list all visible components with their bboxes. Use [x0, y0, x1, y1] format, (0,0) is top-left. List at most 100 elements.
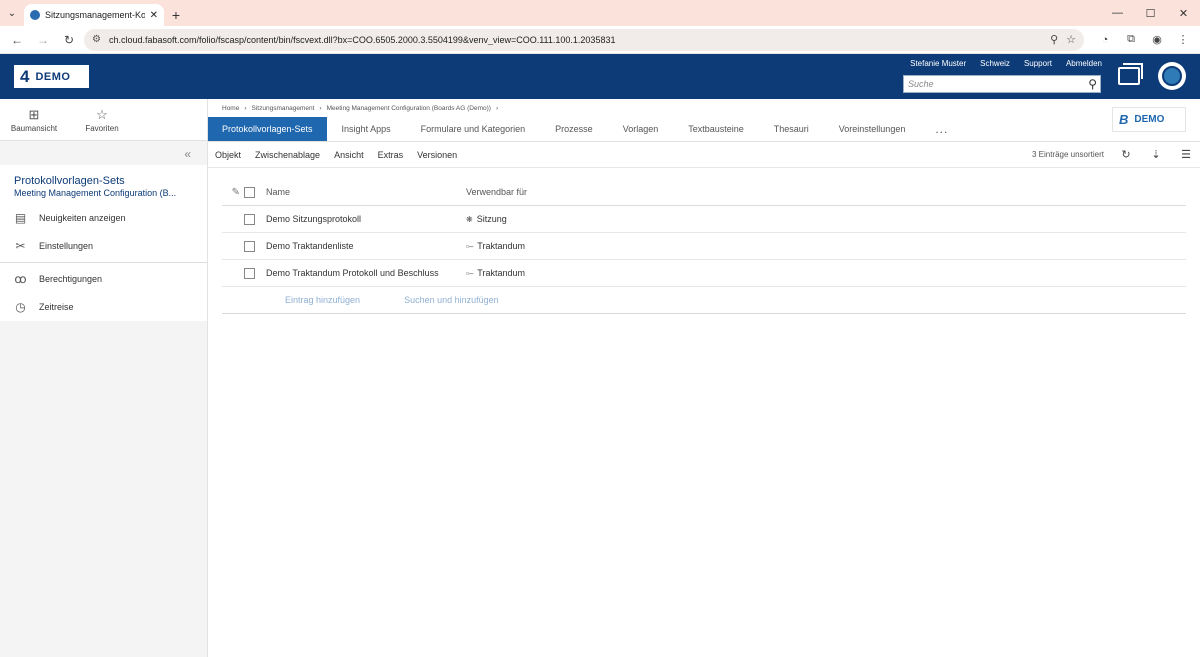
collapse-sidebar-icon[interactable]: « — [0, 141, 207, 165]
sidebar-top: ⊞ Baumansicht ☆ Favoriten — [0, 99, 207, 141]
row-checkbox[interactable] — [244, 240, 255, 252]
menu-clipboard[interactable]: Zwischenablage — [255, 150, 320, 160]
back-icon[interactable]: ← — [6, 29, 28, 51]
edit-pencil-icon[interactable]: ✎ — [222, 187, 244, 198]
browser-tabbar: ⌄ Sitzungsmanagement-Konfigura ✕ + — ☐ ✕ — [0, 0, 1200, 26]
tab-search-icon[interactable]: ⌄ — [0, 0, 24, 26]
breadcrumb: Home › Sitzungsmanagement › Meeting Manage… — [222, 105, 498, 112]
extension-icon[interactable]: ◔ — [1094, 29, 1116, 51]
header-links: Stefanie Muster Schweiz Support Abmelden — [910, 59, 1102, 68]
row-name[interactable]: Demo Traktandum Protokoll und Beschluss — [266, 268, 466, 278]
address-bar: ← → ↻ ⚙ ch.cloud.fabasoft.com/folio/fsca… — [0, 26, 1200, 54]
user-name-link[interactable]: Stefanie Muster — [910, 59, 966, 68]
select-all-checkbox[interactable] — [244, 186, 255, 198]
table-header: ✎ Name Verwendbar für — [222, 179, 1186, 206]
windows-icon[interactable] — [1118, 63, 1143, 85]
url-field[interactable]: ⚙ ch.cloud.fabasoft.com/folio/fscasp/con… — [84, 28, 1084, 51]
favorites-button[interactable]: ☆ Favoriten — [68, 99, 136, 140]
browser-menu-icon[interactable]: ⋮ — [1172, 29, 1194, 51]
row-usage-label: Traktandum — [477, 268, 525, 278]
tab-presettings[interactable]: Voreinstellungen — [824, 117, 921, 141]
tab-forms-categories[interactable]: Formulare und Kategorien — [406, 117, 541, 141]
sidebar-title-block: Protokollvorlagen-Sets Meeting Managemen… — [0, 165, 207, 204]
sidebar-subtitle[interactable]: Meeting Management Configuration (B... — [14, 188, 193, 198]
breadcrumb-meeting-mgmt[interactable]: Sitzungsmanagement — [252, 105, 315, 112]
brand-letter: B — [1119, 112, 1129, 127]
menu-view[interactable]: Ansicht — [334, 150, 364, 160]
refresh-icon[interactable]: ↻ — [1118, 148, 1134, 161]
close-window-icon[interactable]: ✕ — [1167, 0, 1200, 26]
forward-icon[interactable]: → — [32, 29, 54, 51]
menu-versions[interactable]: Versionen — [417, 150, 457, 160]
agenda-item-icon: ▫– — [466, 241, 474, 251]
zoom-icon[interactable]: ⚲ — [1050, 33, 1058, 46]
profile-icon[interactable]: ◉ — [1146, 29, 1168, 51]
breadcrumb-home[interactable]: Home — [222, 105, 239, 112]
agenda-item-icon: ▫– — [466, 268, 474, 278]
main-content: Home › Sitzungsmanagement › Meeting Manage… — [208, 99, 1200, 657]
url-text: ch.cloud.fabasoft.com/folio/fscasp/conte… — [108, 34, 616, 45]
add-entry-row: Eintrag hinzufügen Suchen und hinzufügen — [222, 287, 1186, 314]
news-icon: ▤ — [14, 211, 27, 225]
row-name[interactable]: Demo Sitzungsprotokoll — [266, 214, 466, 224]
new-tab-icon[interactable]: + — [164, 4, 188, 26]
support-link[interactable]: Support — [1024, 59, 1052, 68]
sidebar-item-permissions[interactable]: ꝏ Berechtigungen — [0, 265, 207, 293]
row-usage-label: Traktandum — [477, 241, 525, 251]
breadcrumb-config[interactable]: Meeting Management Configuration (Boards… — [327, 105, 491, 112]
more-tabs-icon[interactable]: ... — [920, 117, 963, 141]
row-checkbox[interactable] — [244, 213, 255, 225]
breadcrumb-separator: › — [319, 105, 322, 112]
sidebar-item-settings[interactable]: ✂ Einstellungen — [0, 232, 207, 260]
search-add-link[interactable]: Suchen und hinzufügen — [404, 295, 499, 305]
table-row[interactable]: Demo Traktandum Protokoll und Beschluss … — [222, 260, 1186, 287]
app-logo[interactable]: 4 DEMO — [14, 65, 89, 88]
star-icon: ☆ — [96, 106, 108, 122]
toolbar: Objekt Zwischenablage Ansicht Extras Ver… — [208, 141, 1200, 168]
entry-count: 3 Einträge unsortiert — [1031, 150, 1104, 159]
sidebar-item-news[interactable]: ▤ Neuigkeiten anzeigen — [0, 204, 207, 232]
brand-logo: B DEMO — [1112, 107, 1186, 132]
meeting-icon: ❋ — [466, 214, 473, 224]
extensions-puzzle-icon[interactable]: ⧉ — [1120, 29, 1142, 51]
tree-view-label: Baumansicht — [10, 123, 58, 133]
maximize-icon[interactable]: ☐ — [1134, 0, 1167, 26]
menu-extras[interactable]: Extras — [378, 150, 404, 160]
sidebar-item-timetravel[interactable]: ◷ Zeitreise — [0, 293, 207, 321]
column-header-usage[interactable]: Verwendbar für — [466, 187, 527, 197]
tab-thesauri[interactable]: Thesauri — [759, 117, 824, 141]
add-entry-link[interactable]: Eintrag hinzufügen — [285, 295, 360, 305]
site-info-icon[interactable]: ⚙ — [92, 34, 101, 45]
user-avatar-icon[interactable] — [1158, 62, 1186, 90]
sidebar-item-label: Zeitreise — [39, 302, 74, 312]
browser-tab[interactable]: Sitzungsmanagement-Konfigura ✕ — [24, 4, 164, 26]
logout-link[interactable]: Abmelden — [1066, 59, 1102, 68]
app-header: 4 DEMO Stefanie Muster Schweiz Support A… — [0, 54, 1200, 99]
tab-bar: Protokollvorlagen-Sets Insight Apps Form… — [208, 117, 963, 141]
tab-processes[interactable]: Prozesse — [540, 117, 608, 141]
row-name[interactable]: Demo Traktandenliste — [266, 241, 466, 251]
breadcrumb-separator: › — [495, 105, 499, 112]
tab-text-modules[interactable]: Textbausteine — [673, 117, 759, 141]
region-link[interactable]: Schweiz — [980, 59, 1010, 68]
sort-icon[interactable]: ⇣ — [1148, 148, 1164, 161]
reload-icon[interactable]: ↻ — [58, 29, 80, 51]
search-icon[interactable]: ⚲ — [1088, 77, 1097, 91]
tab-templates[interactable]: Vorlagen — [608, 117, 674, 141]
bookmark-star-icon[interactable]: ☆ — [1066, 33, 1076, 46]
tab-insight-apps[interactable]: Insight Apps — [327, 117, 406, 141]
browser-tab-title: Sitzungsmanagement-Konfigura — [45, 10, 145, 20]
row-checkbox[interactable] — [244, 267, 255, 279]
close-tab-icon[interactable]: ✕ — [150, 10, 158, 21]
search-input[interactable]: Suche ⚲ — [903, 75, 1101, 93]
entry-list: ✎ Name Verwendbar für Demo Sitzungsproto… — [222, 179, 1186, 314]
table-row[interactable]: Demo Traktandenliste ▫– Traktandum — [222, 233, 1186, 260]
column-header-name[interactable]: Name — [266, 187, 466, 197]
view-list-icon[interactable]: ☰ — [1178, 148, 1194, 161]
menu-object[interactable]: Objekt — [215, 150, 241, 160]
logo-text: DEMO — [35, 70, 71, 83]
table-row[interactable]: Demo Sitzungsprotokoll ❋ Sitzung — [222, 206, 1186, 233]
tab-protocol-template-sets[interactable]: Protokollvorlagen-Sets — [208, 117, 327, 141]
tree-view-button[interactable]: ⊞ Baumansicht — [0, 99, 68, 140]
minimize-icon[interactable]: — — [1101, 0, 1134, 26]
